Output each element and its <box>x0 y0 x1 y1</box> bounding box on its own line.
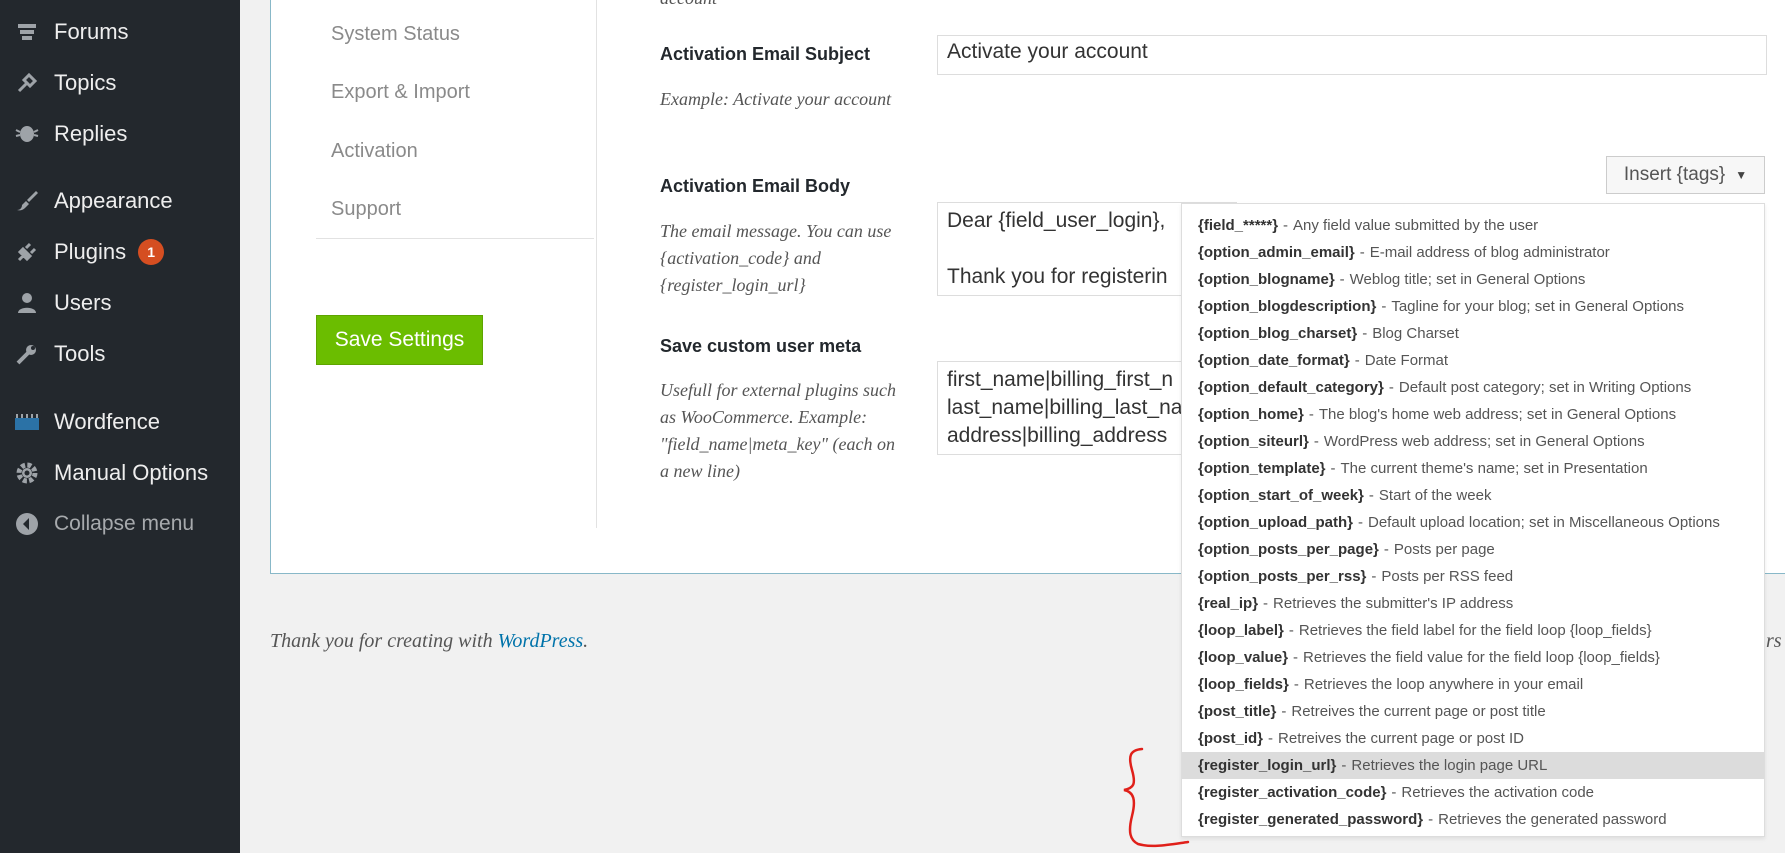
subnav-divider-line <box>316 238 594 239</box>
sidebar-item-topics[interactable]: Topics <box>0 63 240 103</box>
subnav-divider <box>596 0 597 528</box>
gear-icon <box>12 460 42 486</box>
appearance-icon <box>12 189 42 213</box>
sidebar-item-appearance[interactable]: Appearance <box>0 181 240 221</box>
sidebar-item-label: Manual Options <box>54 460 209 485</box>
tag-option[interactable]: {option_template} - The current theme's na… <box>1182 455 1764 482</box>
tag-option[interactable]: {option_home} - The blog's home web addres… <box>1182 401 1764 428</box>
tag-option[interactable]: {option_upload_path} - Default upload loca… <box>1182 509 1764 536</box>
subnav-item-support[interactable]: Support <box>331 198 401 221</box>
footer-version-truncated: rs <box>1766 630 1782 652</box>
insert-tags-button[interactable]: Insert {tags} ▼ <box>1606 156 1765 194</box>
red-brace-annotation <box>1123 747 1190 848</box>
admin-sidebar: Forums Topics Replies Appearance Plugins… <box>0 0 240 853</box>
caret-down-icon: ▼ <box>1735 168 1748 182</box>
tag-option[interactable]: {register_generated_password} - Retrieves … <box>1182 806 1764 833</box>
forums-icon <box>12 20 42 44</box>
subnav-item-export-import[interactable]: Export & Import <box>331 81 470 104</box>
sidebar-item-wordfence[interactable]: Wordfence <box>0 402 240 442</box>
activation-email-subject-label: Activation Email Subject <box>660 44 871 64</box>
tag-option[interactable]: {option_blogname} - Weblog title; set in G… <box>1182 266 1764 293</box>
tag-option[interactable]: {post_id} - Retreives the current page or … <box>1182 725 1764 752</box>
tag-option-highlighted[interactable]: {register_login_url} - Retrieves the login… <box>1182 752 1764 779</box>
sidebar-item-label: Topics <box>54 70 117 95</box>
sidebar-item-manual-options[interactable]: Manual Options <box>0 453 240 493</box>
sidebar-item-label: Tools <box>54 341 106 366</box>
tag-option[interactable]: {option_posts_per_rss} - Posts per RSS fee… <box>1182 563 1764 590</box>
tag-option[interactable]: {loop_value} - Retrieves the field value f… <box>1182 644 1764 671</box>
truncated-description: account <box>660 0 717 9</box>
sidebar-item-label: Appearance <box>54 188 173 213</box>
wordfence-icon <box>12 412 42 432</box>
sidebar-item-replies[interactable]: Replies <box>0 114 240 154</box>
collapse-menu-button[interactable]: Collapse menu <box>0 504 240 544</box>
activation-email-subject-description: Example: Activate your account <box>660 89 892 109</box>
sidebar-item-label: Replies <box>54 121 128 146</box>
tag-option[interactable]: {loop_label} - Retrieves the field label f… <box>1182 617 1764 644</box>
tag-option[interactable]: {register_activation_code} - Retrieves the… <box>1182 779 1764 806</box>
activation-email-body-description: The email message. You can use {activati… <box>660 221 892 295</box>
tag-option[interactable]: {option_start_of_week} - Start of the week <box>1182 482 1764 509</box>
tag-option[interactable]: {option_posts_per_page} - Posts per page <box>1182 536 1764 563</box>
save-custom-user-meta-label: Save custom user meta <box>660 336 862 356</box>
tag-option[interactable]: {real_ip} - Retrieves the submitter's IP a… <box>1182 590 1764 617</box>
collapse-arrow-icon <box>12 512 42 536</box>
insert-tags-dropdown: {field_*****} - Any field value submitted … <box>1181 203 1765 837</box>
tag-option[interactable]: {option_date_format} - Date Format <box>1182 347 1764 374</box>
plugins-icon <box>12 240 42 264</box>
subnav-item-activation[interactable]: Activation <box>331 140 418 163</box>
collapse-menu-label: Collapse menu <box>54 512 195 535</box>
tag-option[interactable]: {option_blogdescription} - Tagline for you… <box>1182 293 1764 320</box>
save-settings-button[interactable]: Save Settings <box>316 315 483 365</box>
replies-icon <box>12 122 42 146</box>
save-custom-user-meta-description: Usefull for external plugins such as Woo… <box>660 380 896 481</box>
plugins-update-badge: 1 <box>138 239 165 265</box>
tag-option[interactable]: {field_*****} - Any field value submitted … <box>1182 212 1764 239</box>
sidebar-item-tools[interactable]: Tools <box>0 334 240 374</box>
sidebar-item-label: Users <box>54 290 112 315</box>
sidebar-item-label: Plugins <box>54 239 127 264</box>
tools-icon <box>12 342 42 366</box>
tag-option[interactable]: {loop_fields} - Retrieves the loop anywher… <box>1182 671 1764 698</box>
sidebar-item-plugins[interactable]: Plugins 1 <box>0 232 240 272</box>
wordpress-link[interactable]: WordPress <box>498 630 584 652</box>
tag-option[interactable]: {option_blog_charset} - Blog Charset <box>1182 320 1764 347</box>
tag-option[interactable]: {option_default_category} - Default post c… <box>1182 374 1764 401</box>
tag-option[interactable]: {option_siteurl} - WordPress web address; … <box>1182 428 1764 455</box>
sidebar-item-users[interactable]: Users <box>0 283 240 323</box>
sidebar-item-label: Forums <box>54 19 129 44</box>
footer-credit: Thank you for creating with WordPress. <box>270 630 589 652</box>
topics-icon <box>12 71 42 95</box>
users-icon <box>12 291 42 315</box>
sidebar-item-label: Wordfence <box>54 409 160 434</box>
subnav-item-system-status[interactable]: System Status <box>331 23 460 46</box>
activation-email-body-label: Activation Email Body <box>660 176 851 196</box>
activation-email-subject-input[interactable]: Activate your account <box>937 35 1767 75</box>
insert-tags-label: Insert {tags} <box>1623 164 1726 185</box>
tag-option[interactable]: {post_title} - Retreives the current page … <box>1182 698 1764 725</box>
tag-option[interactable]: {option_admin_email} - E-mail address of b… <box>1182 239 1764 266</box>
sidebar-item-forums[interactable]: Forums <box>0 12 240 52</box>
